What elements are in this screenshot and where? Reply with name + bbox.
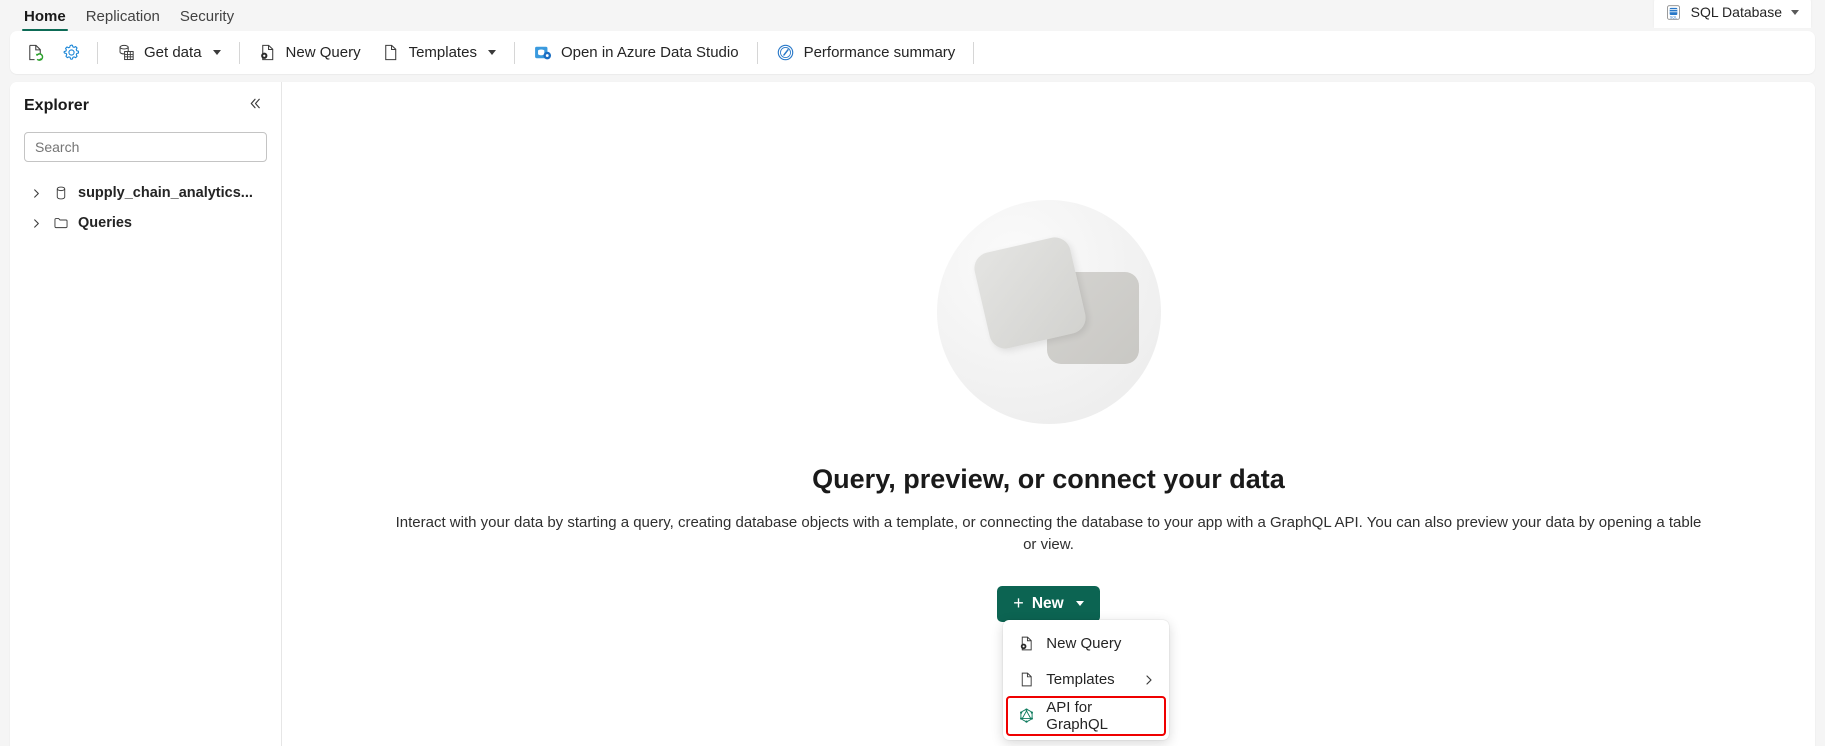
command-toolbar: Get data New Query Templates Open in Azu… [10, 31, 1815, 74]
new-dropdown-menu: New Query Templates API for GraphQL [1003, 619, 1170, 740]
chevron-right-icon [1143, 674, 1155, 686]
folder-icon [52, 215, 70, 231]
svg-text:SQL: SQL [1670, 15, 1677, 19]
page-description: Interact with your data by starting a qu… [395, 514, 1702, 553]
performance-summary-button[interactable]: Performance summary [767, 36, 965, 69]
templates-icon [381, 43, 401, 63]
refresh-page-icon [25, 43, 45, 63]
search-input[interactable] [24, 132, 267, 162]
azure-data-studio-icon [533, 43, 553, 63]
menu-item-api-for-graphql[interactable]: API for GraphQL [1006, 695, 1167, 736]
new-button-group: + New New Query Templates API for GraphQ… [997, 585, 1170, 740]
chevron-right-icon[interactable] [28, 188, 44, 199]
tree-item-queries-label: Queries [78, 215, 132, 231]
settings-button[interactable] [54, 36, 88, 69]
empty-state-canvas: Query, preview, or connect your data Int… [282, 82, 1815, 746]
templates-icon [1017, 671, 1035, 688]
collapse-double-chevron-icon [248, 96, 263, 116]
graphql-icon [1017, 707, 1035, 724]
new-query-icon [258, 43, 278, 63]
settings-gear-icon [61, 43, 81, 63]
ribbon-tab-strip: Home Replication Security SQL SQL Databa… [0, 0, 1825, 31]
tabstrip-right-group: SQL SQL Database [1653, 0, 1811, 31]
explorer-header: Explorer [24, 94, 267, 118]
explorer-panel: Explorer Search supply_chain_analytics..… [10, 82, 282, 746]
collapse-panel-button[interactable] [243, 94, 267, 118]
toolbar-separator [513, 41, 515, 64]
toolbar-separator [97, 41, 98, 64]
explorer-title: Explorer [24, 97, 89, 114]
tab-home[interactable]: Home [14, 9, 76, 31]
get-data-button[interactable]: Get data [107, 36, 230, 69]
new-button-label: New [1031, 594, 1064, 612]
toolbar-separator [238, 41, 240, 64]
menu-item-new-query[interactable]: New Query [1008, 626, 1164, 662]
tab-replication[interactable]: Replication [76, 9, 170, 31]
tree-item-database-label: supply_chain_analytics... [78, 185, 253, 201]
toolbar-separator [973, 41, 975, 64]
tree-item-queries[interactable]: Queries [24, 208, 267, 238]
chevron-right-icon[interactable] [28, 218, 44, 229]
chevron-down-icon [1075, 601, 1084, 606]
get-data-icon [116, 43, 136, 63]
stacked-squares-illustration [936, 200, 1161, 424]
tab-security[interactable]: Security [170, 9, 244, 31]
new-query-icon [1017, 635, 1035, 652]
open-in-azure-data-studio-label: Open in Azure Data Studio [560, 44, 739, 61]
explorer-tree: supply_chain_analytics... Queries [24, 178, 267, 238]
menu-item-api-for-graphql-label: API for GraphQL [1046, 698, 1108, 733]
page-title: Query, preview, or connect your data [812, 464, 1285, 494]
new-query-button[interactable]: New Query [249, 36, 370, 69]
sql-database-icon: SQL [1664, 2, 1684, 22]
database-type-pill[interactable]: SQL SQL Database [1653, 0, 1811, 28]
database-icon [52, 185, 70, 201]
get-data-label: Get data [144, 44, 202, 61]
tree-item-database[interactable]: supply_chain_analytics... [24, 178, 267, 208]
templates-label: Templates [408, 44, 477, 61]
new-button[interactable]: + New [997, 585, 1100, 622]
open-in-azure-data-studio-button[interactable]: Open in Azure Data Studio [524, 36, 748, 69]
workspace-shell: Explorer Search supply_chain_analytics..… [10, 82, 1815, 746]
plus-icon: + [1013, 593, 1024, 613]
toolbar-separator [756, 41, 758, 64]
toolbar-container: Get data New Query Templates Open in Azu… [0, 31, 1825, 74]
menu-item-templates[interactable]: Templates [1008, 662, 1164, 698]
performance-summary-label: Performance summary [803, 44, 956, 61]
templates-button[interactable]: Templates [372, 36, 505, 69]
new-query-label: New Query [285, 44, 361, 61]
menu-item-new-query-label: New Query [1046, 635, 1122, 652]
database-type-label: SQL Database [1690, 4, 1782, 20]
refresh-button[interactable] [18, 36, 52, 69]
menu-item-templates-label: Templates [1046, 671, 1115, 688]
chevron-down-icon [487, 50, 496, 55]
chevron-down-icon [1791, 9, 1799, 15]
chevron-down-icon [212, 50, 221, 55]
performance-summary-icon [776, 43, 796, 63]
